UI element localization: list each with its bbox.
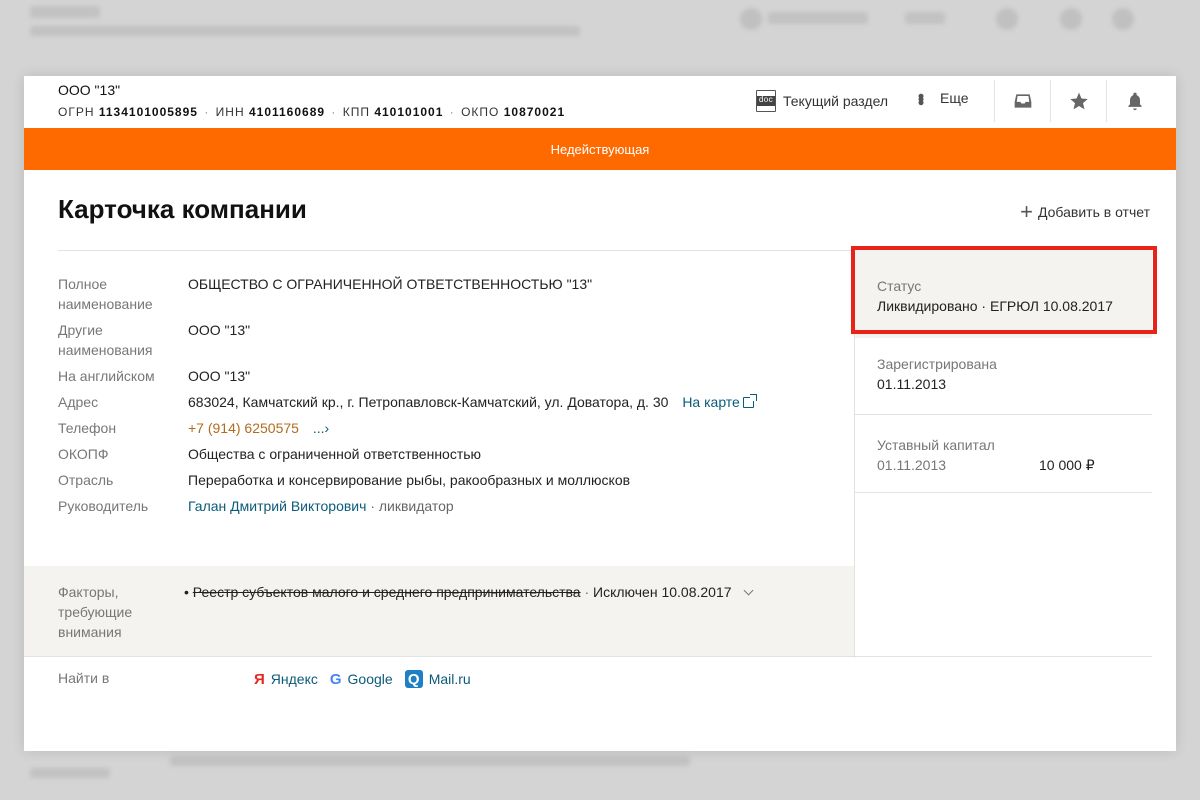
arrow-right-icon: › [324, 420, 330, 436]
notifications-button[interactable] [1106, 80, 1162, 122]
inbox-icon [1014, 94, 1031, 108]
bg-icon-blur [740, 8, 762, 30]
code-value-kpp: 410101001 [374, 105, 444, 119]
field-value: ООО "13" [188, 368, 251, 384]
find-in-links: Я Яндекс G Google Q Mail.ru [254, 670, 483, 688]
capital-date: 01.11.2013 [877, 457, 947, 473]
bg-text-blur [768, 12, 868, 24]
code-value-inn: 4101160689 [248, 105, 326, 119]
bg-codes-blur [30, 26, 580, 36]
inbox-button[interactable] [994, 80, 1050, 122]
add-to-report-button[interactable]: + Добавить в отчет [1020, 199, 1150, 224]
status-label: Статус [877, 278, 922, 294]
status-value: Ликвидировано · ЕГРЮЛ 10.08.2017 [877, 298, 1113, 314]
status-block: Статус Ликвидировано · ЕГРЮЛ 10.08.2017 [855, 250, 1152, 338]
factor-item[interactable]: • Реестр субъектов малого и среднего пре… [184, 582, 754, 602]
field-value: 683024, Камчатский кр., г. Петропавловск… [188, 392, 757, 412]
capital-amount: 10 000 ₽ [1039, 457, 1095, 473]
more-phones-link[interactable]: ...› [313, 420, 329, 436]
director-role: ликвидатор [378, 498, 454, 514]
bullet: • [184, 584, 189, 600]
title-divider [58, 250, 852, 251]
address-text: 683024, Камчатский кр., г. Петропавловск… [188, 394, 669, 410]
capital-label: Уставный капитал [877, 437, 995, 453]
google-icon: G [329, 670, 342, 688]
field-label: Руководитель [58, 498, 149, 514]
bg-text-blur [905, 12, 945, 24]
code-label-ogrn: ОГРН [58, 105, 95, 119]
registered-block: Зарегистрирована 01.11.2013 [855, 338, 1152, 416]
chevron-down-icon [743, 585, 754, 596]
bg-icon-blur [996, 8, 1018, 30]
field-label: Телефон [58, 420, 117, 436]
company-card-modal: ООО "13" ОГРН 1134101005895 · ИНН 410116… [24, 76, 1176, 751]
field-label: Другие наименования [58, 322, 153, 358]
code-value-okpo: 10870021 [503, 105, 566, 119]
code-label-inn: ИНН [215, 105, 245, 119]
page-title: Карточка компании [58, 194, 307, 224]
inactive-status-banner: Недействующая [24, 128, 1176, 170]
company-short-name: ООО "13" [58, 82, 121, 98]
field-value: Общества с ограниченной ответственностью [188, 446, 482, 462]
attention-factors: Факторы, требующие внимания • Реестр суб… [24, 566, 854, 656]
phone-number[interactable]: +7 (914) 6250575 [188, 420, 299, 436]
bottom-divider [24, 656, 1152, 657]
bg-title-blur [30, 6, 100, 18]
factor-strike-text: Реестр субъектов малого и среднего предп… [192, 584, 581, 600]
top-bar: ООО "13" ОГРН 1134101005895 · ИНН 410116… [24, 76, 1176, 128]
factors-label: Факторы, требующие внимания [58, 584, 133, 640]
bg-icon-blur [1112, 8, 1134, 30]
on-map-link[interactable]: На карте [682, 394, 757, 410]
current-section-label: Текущий раздел [783, 93, 889, 109]
code-label-kpp: КПП [342, 105, 370, 119]
director-link[interactable]: Галан Дмитрий Викторович [188, 498, 366, 514]
more-button[interactable]: ••• Еще [911, 90, 969, 106]
company-codes: ОГРН 1134101005895 · ИНН 4101160689 · КП… [58, 105, 566, 119]
code-value-ogrn: 1134101005895 [98, 105, 198, 119]
bg-text-blur [170, 756, 690, 766]
favorite-button[interactable] [1050, 80, 1106, 122]
mailru-link[interactable]: Q Mail.ru [404, 670, 471, 688]
code-label-okpo: ОКПО [461, 105, 500, 119]
bell-icon [1127, 92, 1142, 111]
doc-icon: doc [756, 90, 776, 112]
field-value: ООО "13" [188, 322, 251, 338]
capital-block: Уставный капитал 01.11.2013 10 000 ₽ [855, 415, 1152, 493]
field-value: Галан Дмитрий Викторович · ликвидатор [188, 498, 454, 514]
plus-icon: + [1020, 199, 1033, 224]
factor-suffix: Исключен 10.08.2017 [593, 584, 732, 600]
google-link[interactable]: G Google [330, 671, 393, 688]
side-separator [855, 492, 1152, 493]
field-label: ОКОПФ [58, 446, 109, 462]
more-dots-icon: ••• [911, 93, 931, 103]
star-icon [1069, 92, 1088, 110]
field-label: Отрасль [58, 472, 114, 488]
field-value: ОБЩЕСТВО С ОГРАНИЧЕННОЙ ОТВЕТСТВЕННОСТЬЮ… [188, 276, 593, 292]
bg-text-blur [30, 768, 110, 778]
yandex-icon: Я [254, 670, 265, 688]
field-label: Полное наименование [58, 276, 153, 312]
field-label: Адрес [58, 394, 99, 410]
current-section-button[interactable]: doc Текущий раздел [756, 90, 888, 112]
field-label: На английском [58, 368, 155, 384]
yandex-link[interactable]: Я Яндекс [254, 671, 318, 688]
field-value: +7 (914) 6250575 ...› [188, 418, 329, 438]
find-in-label: Найти в [58, 670, 110, 686]
more-label: Еще [940, 90, 969, 106]
bg-icon-blur [1060, 8, 1082, 30]
field-value: Переработка и консервирование рыбы, рако… [188, 472, 631, 488]
mailru-search-icon: Q [404, 670, 423, 688]
add-to-report-label: Добавить в отчет [1037, 204, 1150, 220]
registered-label: Зарегистрирована [877, 356, 997, 372]
registered-value: 01.11.2013 [877, 376, 947, 392]
external-link-icon [742, 394, 757, 408]
